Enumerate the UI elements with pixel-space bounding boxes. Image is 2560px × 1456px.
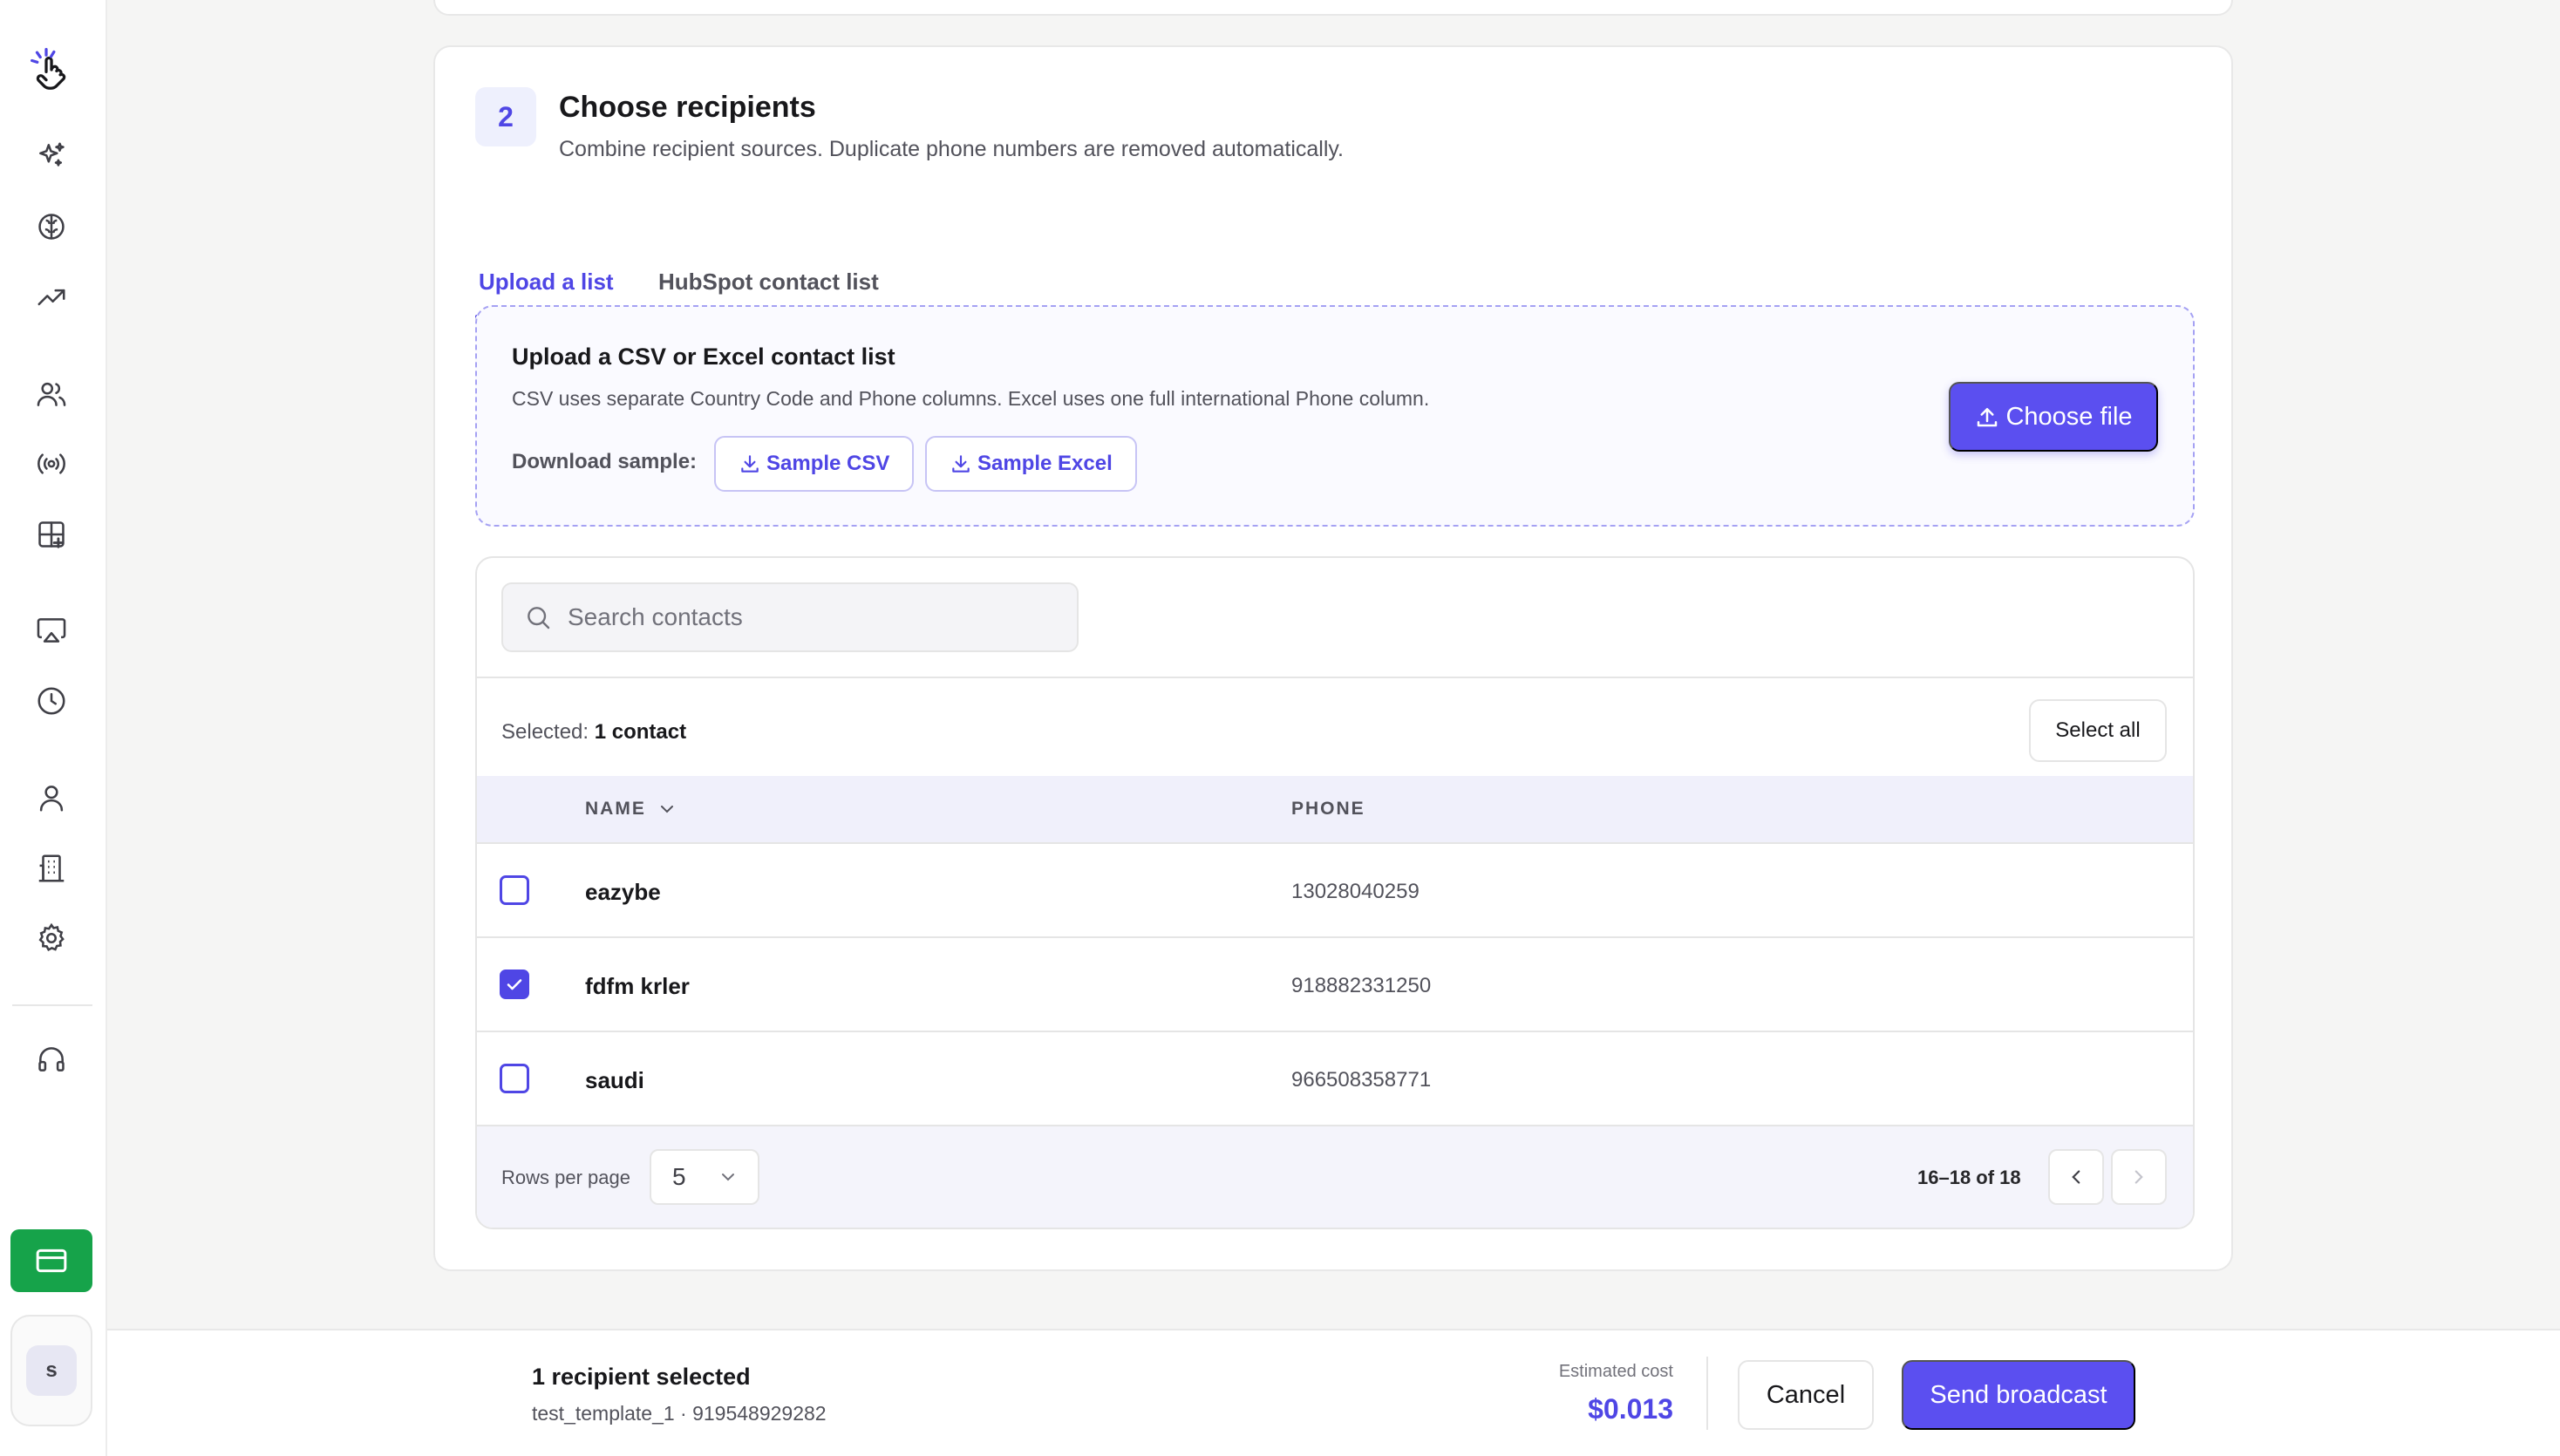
sample-excel-button[interactable]: Sample Excel bbox=[925, 436, 1137, 492]
monitor-icon[interactable] bbox=[30, 609, 73, 652]
brain-icon[interactable] bbox=[30, 205, 73, 248]
chevron-right-icon bbox=[2128, 1166, 2150, 1188]
table-header: NAME PHONE bbox=[477, 776, 2193, 844]
template-info: test_template_1 · 919548929282 bbox=[532, 1402, 827, 1425]
table-pagination: Rows per page 5 16–18 of 18 bbox=[477, 1126, 2193, 1228]
estimated-cost-label: Estimated cost bbox=[1558, 1362, 1673, 1381]
step-number-badge: 2 bbox=[475, 87, 536, 146]
building-icon[interactable] bbox=[30, 847, 73, 890]
trending-up-icon[interactable] bbox=[30, 276, 73, 319]
table-row[interactable]: saudi 966508358771 bbox=[477, 1032, 2193, 1126]
step-subtitle: Combine recipient sources. Duplicate pho… bbox=[559, 137, 1344, 161]
download-sample-label: Download sample: bbox=[512, 450, 698, 473]
choose-file-button[interactable]: Choose file bbox=[1949, 382, 2158, 452]
grid-plus-icon[interactable] bbox=[30, 513, 73, 556]
users-icon[interactable] bbox=[30, 372, 73, 416]
avatar[interactable]: s bbox=[26, 1345, 77, 1396]
chevron-left-icon bbox=[2065, 1166, 2087, 1188]
selected-prefix: Selected: bbox=[501, 720, 589, 744]
credit-card-icon bbox=[34, 1243, 69, 1278]
previous-step-card bbox=[433, 0, 2233, 16]
previous-page-button[interactable] bbox=[2048, 1149, 2104, 1205]
row-checkbox[interactable] bbox=[500, 1064, 529, 1093]
contact-name: fdfm krler bbox=[585, 973, 690, 999]
rows-per-page-label: Rows per page bbox=[501, 1167, 630, 1188]
sample-csv-label: Sample CSV bbox=[766, 452, 890, 475]
download-icon bbox=[950, 452, 972, 475]
tab-hubspot-list[interactable]: HubSpot contact list bbox=[658, 269, 879, 296]
user-menu[interactable]: s bbox=[10, 1315, 92, 1426]
sidebar-divider bbox=[12, 1004, 92, 1006]
download-icon bbox=[739, 452, 761, 475]
selected-summary: Selected: 1 contact bbox=[501, 720, 686, 745]
chevron-down-icon bbox=[718, 1167, 739, 1187]
upload-title: Upload a CSV or Excel contact list bbox=[512, 344, 895, 370]
search-box[interactable] bbox=[501, 582, 1079, 652]
pagination-range: 16–18 of 18 bbox=[1917, 1167, 2021, 1188]
divider bbox=[1706, 1357, 1708, 1430]
contact-name: eazybe bbox=[585, 879, 661, 905]
broadcast-action-bar: 1 recipient selected test_template_1 · 9… bbox=[107, 1329, 2560, 1456]
contacts-table-panel: Selected: 1 contact Select all NAME PHON… bbox=[475, 556, 2195, 1229]
rows-per-page-value: 5 bbox=[672, 1163, 686, 1190]
broadcast-icon[interactable] bbox=[30, 442, 73, 486]
tab-upload-list[interactable]: Upload a list bbox=[479, 269, 614, 296]
contact-phone: 966508358771 bbox=[1291, 1068, 1432, 1092]
estimated-cost-value: $0.013 bbox=[1588, 1393, 1673, 1425]
upload-icon bbox=[1974, 404, 2000, 430]
recipients-selected-title: 1 recipient selected bbox=[532, 1364, 751, 1390]
rows-per-page-select[interactable]: 5 bbox=[650, 1149, 759, 1205]
contact-phone: 13028040259 bbox=[1291, 880, 1420, 903]
cancel-button[interactable]: Cancel bbox=[1738, 1360, 1874, 1430]
row-checkbox[interactable] bbox=[500, 875, 529, 905]
checkmark-icon bbox=[504, 974, 525, 995]
step-title: Choose recipients bbox=[559, 91, 816, 124]
divider bbox=[477, 677, 2193, 678]
contact-name: saudi bbox=[585, 1067, 644, 1093]
sparkles-icon[interactable] bbox=[30, 134, 73, 178]
headphones-icon[interactable] bbox=[30, 1038, 73, 1081]
sample-excel-label: Sample Excel bbox=[977, 452, 1113, 475]
upload-dropzone[interactable]: Upload a CSV or Excel contact list CSV u… bbox=[475, 305, 2195, 527]
hand-pointer-sparkle-icon[interactable] bbox=[26, 44, 78, 96]
gear-icon[interactable] bbox=[30, 916, 73, 960]
billing-button[interactable] bbox=[10, 1229, 92, 1292]
select-all-button[interactable]: Select all bbox=[2029, 699, 2167, 762]
column-header-phone: PHONE bbox=[1291, 799, 1365, 819]
selected-count: 1 contact bbox=[594, 720, 687, 744]
choose-recipients-card: 2 Choose recipients Combine recipient so… bbox=[433, 45, 2233, 1271]
next-page-button[interactable] bbox=[2111, 1149, 2167, 1205]
upload-description: CSV uses separate Country Code and Phone… bbox=[512, 387, 1430, 410]
sample-csv-button[interactable]: Sample CSV bbox=[714, 436, 915, 492]
chevron-down-icon bbox=[657, 799, 677, 820]
row-checkbox[interactable] bbox=[500, 970, 529, 999]
search-icon bbox=[524, 603, 552, 631]
table-row[interactable]: fdfm krler 918882331250 bbox=[477, 938, 2193, 1032]
clock-icon[interactable] bbox=[30, 679, 73, 723]
user-icon[interactable] bbox=[30, 776, 73, 820]
column-header-name[interactable]: NAME bbox=[585, 799, 677, 820]
send-broadcast-button[interactable]: Send broadcast bbox=[1902, 1360, 2135, 1430]
sidebar: s bbox=[0, 0, 107, 1456]
column-name-label: NAME bbox=[585, 799, 646, 819]
contact-phone: 918882331250 bbox=[1291, 974, 1432, 997]
search-input[interactable] bbox=[568, 603, 1056, 631]
table-row[interactable]: eazybe 13028040259 bbox=[477, 844, 2193, 938]
choose-file-label: Choose file bbox=[2005, 402, 2133, 431]
